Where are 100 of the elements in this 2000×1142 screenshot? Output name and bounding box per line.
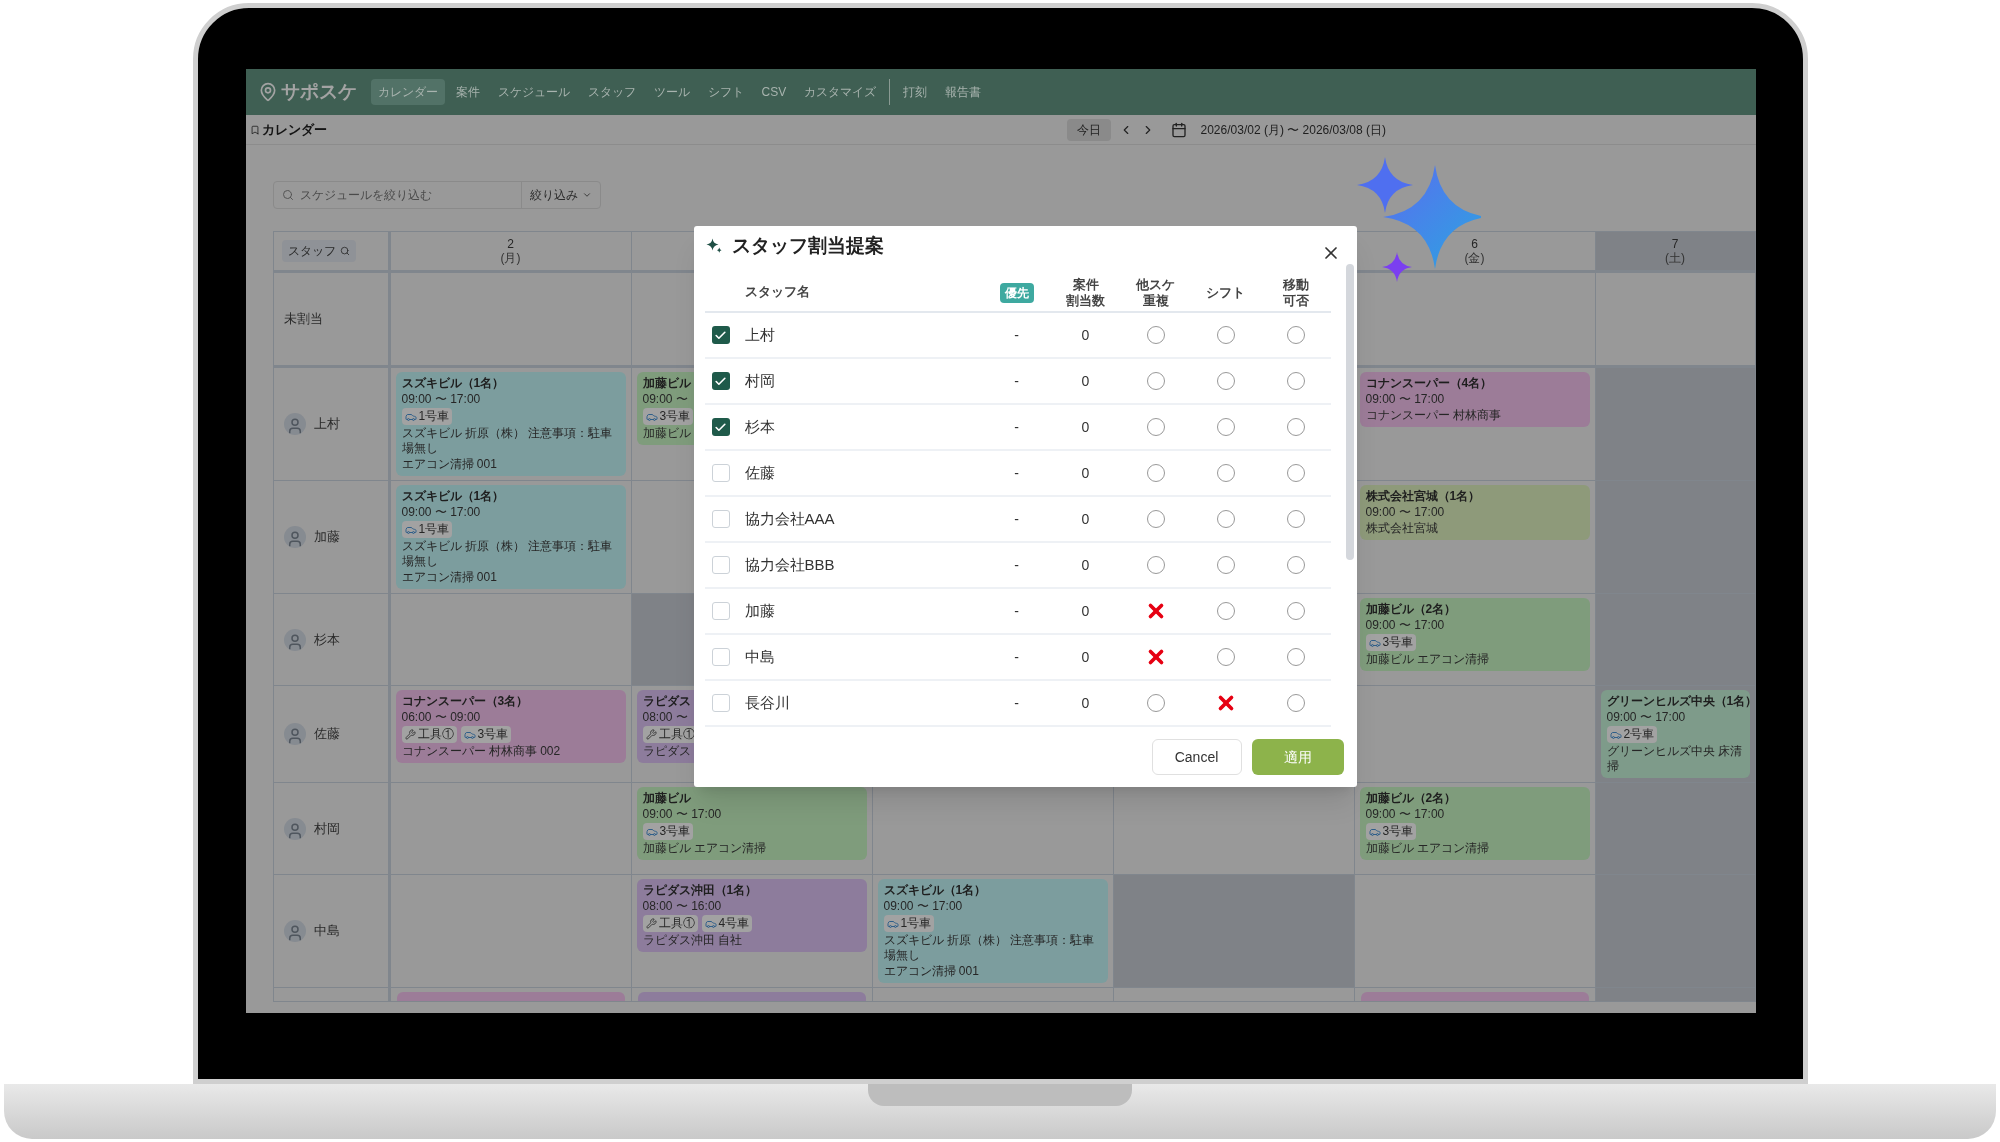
event-note: 株式会社宮城 <box>1365 521 1438 536</box>
event-title: 加藤ビル <box>642 376 691 391</box>
event-card[interactable]: コナンスーパー（3名） 06:00 〜 09:00 工具① 3号車 コナンスーパー 村林商事 002 <box>395 690 626 763</box>
staff-name: 長谷川 <box>743 692 790 713</box>
assignment-count: 0 <box>1081 693 1090 713</box>
event-card[interactable]: グリーンヒルズ中央（1名） 09:00 〜 17:00 2号車 グリーンヒルズ中央 床清掃 <box>1600 690 1750 778</box>
event-note: エアコン清掃 001 <box>401 570 497 585</box>
scrollbar[interactable] <box>1345 264 1354 560</box>
avatar <box>283 723 306 745</box>
column-header: スタッフ名 <box>743 284 810 302</box>
cancel-button[interactable]: Cancel <box>1151 739 1242 775</box>
event-card[interactable] <box>396 992 625 1001</box>
nav-tab[interactable]: 案件 <box>448 79 487 105</box>
day-weekday: (月) <box>500 251 521 265</box>
assignment-count: 0 <box>1081 647 1090 667</box>
event-card[interactable]: 株式会社宮城（1名） 09:00 〜 17:00 株式会社宮城 <box>1359 485 1590 540</box>
event-card[interactable]: 加藤ビル（2名） 09:00 〜 17:00 3号車 加藤ビル エアコン清掃 <box>1359 787 1590 860</box>
search-field[interactable]: スケジュールを絞り込む 絞り込み <box>272 181 601 209</box>
event-title: 加藤ビル（2名） <box>1365 602 1457 617</box>
event-note: ラピダス沖田 自社 <box>642 933 742 948</box>
checkbox[interactable] <box>711 372 730 390</box>
check-icon <box>714 328 727 342</box>
dialog-title: スタッフ割当提案 <box>731 233 884 258</box>
checkbox[interactable] <box>711 556 730 574</box>
priority-value: - <box>1014 647 1019 667</box>
event-title: コナンスーパー（3名） <box>401 694 529 709</box>
day-weekday: (土) <box>1665 251 1685 265</box>
staff-name: 佐藤 <box>313 725 340 744</box>
nav-tab[interactable]: シフト <box>700 79 751 105</box>
event-note: 加藤ビル エアコン清掃 <box>1365 841 1489 856</box>
calendar-icon[interactable] <box>1170 121 1187 138</box>
event-note: コナンスーパー 村林商事 002 <box>401 744 561 759</box>
event-card[interactable]: 加藤ビル（2名） 09:00 〜 17:00 3号車 加藤ビル エアコン清掃 <box>1359 598 1590 671</box>
event-time: 09:00 〜 17:00 <box>1365 807 1445 822</box>
column-header: 移動 可否 <box>1282 276 1309 309</box>
app-logo[interactable]: サポスケ <box>280 77 357 107</box>
nav-tab[interactable]: カレンダー <box>370 79 445 105</box>
nav-tab[interactable]: CSV <box>754 79 794 105</box>
event-note: スズキビル 折原（株） 注意事項：駐車場無し <box>401 426 614 456</box>
event-note: 加藤ビル <box>642 426 691 441</box>
staff-name: 中島 <box>313 922 340 941</box>
event-card[interactable]: コナンスーパー（4名） 09:00 〜 17:00 コナンスーパー 村林商事 <box>1359 372 1590 427</box>
event-time: 06:00 〜 09:00 <box>401 710 481 725</box>
event-time: 09:00 〜 17:00 <box>1365 618 1445 633</box>
nav-tab[interactable]: 打刻 <box>896 79 935 105</box>
checkbox[interactable] <box>711 464 730 482</box>
assignment-count: 0 <box>1081 417 1090 437</box>
avatar <box>283 817 306 840</box>
staff-name: 杉本 <box>743 416 775 437</box>
tag-label: 3号車 <box>1382 824 1414 839</box>
day-number: 7 <box>1671 237 1679 251</box>
event-time: 08:00 〜 16:00 <box>642 899 722 914</box>
nav-tab[interactable]: スタッフ <box>580 79 643 105</box>
search-icon <box>339 246 350 256</box>
checkbox[interactable] <box>711 694 730 712</box>
avatar <box>283 628 306 651</box>
today-button[interactable]: 今日 <box>1066 118 1111 141</box>
sparkle-icon <box>704 237 723 255</box>
nav-tab[interactable]: 報告書 <box>938 79 989 105</box>
checkbox[interactable] <box>711 510 730 528</box>
day-number: 6 <box>1471 237 1478 251</box>
staff-name: 中島 <box>743 646 775 667</box>
event-title: コナンスーパー（4名） <box>1365 376 1493 391</box>
tag-label: 3号車 <box>477 727 509 742</box>
event-time: 09:00 〜 17:00 <box>1365 505 1445 520</box>
checkbox[interactable] <box>711 648 730 666</box>
event-title: 加藤ビル（2名） <box>1365 791 1457 806</box>
event-card[interactable] <box>1360 992 1589 1001</box>
event-note: 加藤ビル エアコン清掃 <box>642 841 766 856</box>
nav-tab[interactable]: スケジュール <box>490 79 577 105</box>
checkbox[interactable] <box>711 602 730 620</box>
priority-badge: 優先 <box>999 282 1034 303</box>
apply-button[interactable]: 適用 <box>1251 739 1344 775</box>
priority-value: - <box>1014 371 1019 391</box>
page-title: カレンダー <box>261 120 327 139</box>
event-title: 加藤ビル <box>642 791 691 806</box>
priority-value: - <box>1014 509 1019 529</box>
filter-dropdown[interactable]: 絞り込み <box>520 182 600 208</box>
nav-tab[interactable]: ツール <box>646 79 697 105</box>
event-title: 株式会社宮城（1名） <box>1365 489 1481 504</box>
checkbox[interactable] <box>711 326 730 344</box>
event-card[interactable] <box>637 992 866 1001</box>
search-icon <box>281 189 294 201</box>
nav-tab[interactable]: カスタマイズ <box>797 79 884 105</box>
event-card[interactable]: ラピダス沖田（1名） 08:00 〜 16:00 工具① 4号車 ラピダス沖田 自社 <box>636 879 867 952</box>
checkbox[interactable] <box>711 418 730 436</box>
staff-search-button[interactable]: スタッフ <box>281 240 356 262</box>
event-card[interactable]: 加藤ビル 09:00 〜 17:00 3号車 加藤ビル エアコン清掃 <box>636 787 867 860</box>
event-time: 09:00 〜 17:00 <box>642 807 722 822</box>
event-time: 09:00 〜 <box>642 392 688 407</box>
event-card[interactable]: スズキビル（1名） 09:00 〜 17:00 1号車 スズキビル 折原（株） 注意事項：駐車場無し エアコン清掃 001 <box>877 879 1108 983</box>
staff-name: 上村 <box>313 415 340 434</box>
event-note: ラピダス <box>642 744 691 759</box>
day-weekday: (金) <box>1464 251 1485 265</box>
tag-label: 3号車 <box>659 824 691 839</box>
wrench-icon <box>645 918 657 929</box>
date-range: 2026/03/02 (月) 〜 2026/03/08 (日) <box>1200 121 1386 139</box>
tag-label: 3号車 <box>1382 635 1414 650</box>
event-card[interactable]: スズキビル（1名） 09:00 〜 17:00 1号車 スズキビル 折原（株） 注意事項：駐車場無し エアコン清掃 001 <box>395 485 626 589</box>
event-card[interactable]: スズキビル（1名） 09:00 〜 17:00 1号車 スズキビル 折原（株） 注意事項：駐車場無し エアコン清掃 001 <box>395 372 626 476</box>
